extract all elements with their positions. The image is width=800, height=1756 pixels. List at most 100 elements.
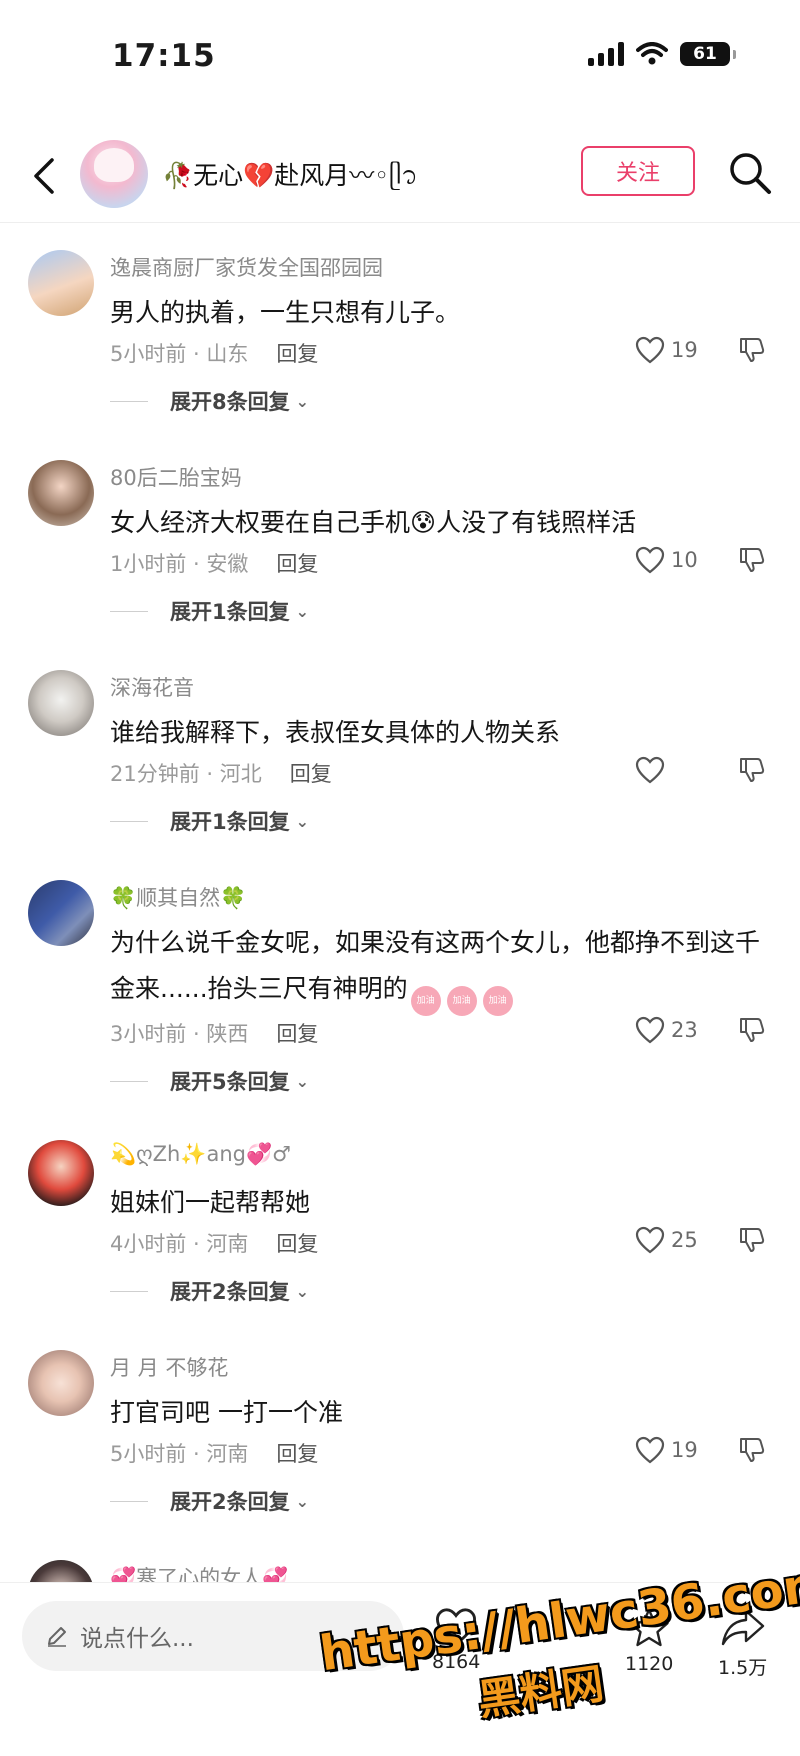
like-button[interactable]: 25 bbox=[635, 1226, 698, 1254]
divider bbox=[110, 1080, 148, 1082]
dislike-icon[interactable] bbox=[738, 1016, 766, 1044]
expand-replies-label: 展开1条回复 bbox=[170, 810, 290, 834]
heart-icon bbox=[635, 1016, 665, 1044]
chevron-down-icon: ⌄ bbox=[295, 1281, 310, 1301]
dislike-icon[interactable] bbox=[738, 1436, 766, 1464]
comment-meta: 1小时前 · 安徽 回复 bbox=[110, 548, 318, 578]
like-button[interactable]: 19 bbox=[635, 1436, 698, 1464]
dislike-icon[interactable] bbox=[738, 1226, 766, 1254]
comment-author[interactable]: 深海花音 bbox=[110, 672, 194, 702]
expand-replies-label: 展开2条回复 bbox=[170, 1490, 290, 1514]
follow-button[interactable]: 关注 bbox=[581, 146, 695, 196]
header: 🥀无心💔赴风月〰◦ᥫ᭡ 关注 bbox=[0, 132, 800, 223]
reply-button[interactable]: 回复 bbox=[290, 762, 332, 786]
avatar[interactable] bbox=[28, 250, 94, 316]
reply-button[interactable]: 回复 bbox=[276, 342, 318, 366]
like-button[interactable]: 23 bbox=[635, 1016, 698, 1044]
heart-icon bbox=[635, 336, 665, 364]
chevron-down-icon: ⌄ bbox=[295, 1071, 310, 1091]
avatar[interactable] bbox=[28, 1350, 94, 1416]
divider bbox=[110, 400, 148, 402]
expand-replies-button[interactable]: 展开2条回复 ⌄ bbox=[110, 1486, 309, 1516]
comment-meta: 5小时前 · 山东 回复 bbox=[110, 338, 318, 368]
divider bbox=[110, 1290, 148, 1292]
comment-author[interactable]: 💫ღZh✨ang💞♂ bbox=[110, 1142, 291, 1167]
cheer-sticker: 加油 bbox=[446, 986, 477, 1016]
avatar[interactable] bbox=[80, 140, 148, 208]
share-icon bbox=[721, 1609, 764, 1646]
expand-replies-button[interactable]: 展开2条回复 ⌄ bbox=[110, 1276, 309, 1306]
like-count: 19 bbox=[671, 1438, 698, 1462]
share-count: 1.5万 bbox=[718, 1657, 768, 1679]
favorite-button[interactable]: 1120 bbox=[625, 1607, 673, 1675]
expand-replies-button[interactable]: 展开8条回复 ⌄ bbox=[110, 386, 309, 416]
comment-text: 打官司吧 一打一个准 bbox=[110, 1398, 343, 1427]
avatar[interactable] bbox=[28, 460, 94, 526]
expand-replies-label: 展开2条回复 bbox=[170, 1280, 290, 1304]
comment-time-location: 21分钟前 · 河北 bbox=[110, 762, 262, 786]
search-icon[interactable] bbox=[727, 150, 773, 196]
heart-icon bbox=[635, 546, 665, 574]
like-video-button[interactable]: 8164 bbox=[432, 1607, 480, 1673]
comment-meta: 21分钟前 · 河北 回复 bbox=[110, 758, 332, 788]
expand-replies-button[interactable]: 展开5条回复 ⌄ bbox=[110, 1066, 309, 1096]
comment-time-location: 5小时前 · 河南 bbox=[110, 1442, 249, 1466]
comment-author[interactable]: 逸晨商厨厂家货发全国邵园园 bbox=[110, 252, 383, 282]
comment-text: 谁给我解释下，表叔侄女具体的人物关系 bbox=[110, 718, 561, 747]
status-time: 17:15 bbox=[112, 38, 216, 74]
back-button[interactable] bbox=[24, 152, 64, 200]
avatar[interactable] bbox=[28, 670, 94, 736]
like-count: 25 bbox=[671, 1228, 698, 1252]
wifi-icon bbox=[636, 42, 668, 65]
comment-meta: 3小时前 · 陕西 回复 bbox=[110, 1018, 318, 1048]
username[interactable]: 🥀无心💔赴风月〰◦ᥫ᭡ bbox=[162, 156, 418, 203]
comment-meta: 5小时前 · 河南 回复 bbox=[110, 1438, 318, 1468]
comment-input-placeholder: 说点什么... bbox=[80, 1626, 194, 1652]
dislike-icon[interactable] bbox=[738, 336, 766, 364]
reply-button[interactable]: 回复 bbox=[276, 552, 318, 576]
avatar[interactable] bbox=[28, 880, 94, 946]
avatar[interactable] bbox=[28, 1140, 94, 1206]
dislike-icon[interactable] bbox=[738, 756, 766, 784]
comment-text: 男人的执着，一生只想有儿子。 bbox=[110, 298, 461, 327]
comment-author[interactable]: 🍀顺其自然🍀 bbox=[110, 882, 246, 912]
divider bbox=[110, 820, 148, 822]
like-count: 10 bbox=[671, 548, 698, 572]
signal-icon bbox=[588, 42, 624, 66]
like-video-count: 8164 bbox=[432, 1651, 481, 1673]
reply-button[interactable]: 回复 bbox=[276, 1232, 318, 1256]
expand-replies-label: 展开8条回复 bbox=[170, 390, 290, 414]
like-button[interactable] bbox=[635, 756, 671, 784]
divider bbox=[110, 1500, 148, 1502]
cheer-sticker: 加油 bbox=[482, 986, 513, 1016]
like-button[interactable]: 19 bbox=[635, 336, 698, 364]
heart-icon bbox=[635, 756, 665, 784]
comment-time-location: 4小时前 · 河南 bbox=[110, 1232, 249, 1256]
dislike-icon[interactable] bbox=[738, 546, 766, 574]
heart-icon bbox=[436, 1608, 477, 1646]
comment-input[interactable]: 说点什么... bbox=[22, 1601, 404, 1671]
status-icons: 61 bbox=[588, 42, 736, 66]
comment-text: 为什么说千金女呢，如果没有这两个女儿，他都挣不到这千金来......抬头三尺有神… bbox=[110, 920, 760, 1016]
comment-author[interactable]: 月 月 不够花 bbox=[110, 1352, 228, 1382]
reply-button[interactable]: 回复 bbox=[276, 1022, 318, 1046]
favorite-count: 1120 bbox=[625, 1653, 674, 1675]
chevron-down-icon: ⌄ bbox=[295, 601, 310, 621]
cheer-sticker: 加油 bbox=[410, 986, 441, 1016]
star-icon bbox=[629, 1608, 669, 1647]
expand-replies-label: 展开5条回复 bbox=[170, 1070, 290, 1094]
like-count: 19 bbox=[671, 338, 698, 362]
like-button[interactable]: 10 bbox=[635, 546, 698, 574]
share-button[interactable]: 1.5万 bbox=[718, 1607, 767, 1680]
comment-text: 女人经济大权要在自己手机😰人没了有钱照样活 bbox=[110, 508, 637, 537]
reply-button[interactable]: 回复 bbox=[276, 1442, 318, 1466]
expand-replies-button[interactable]: 展开1条回复 ⌄ bbox=[110, 806, 309, 836]
comment-author[interactable]: 80后二胎宝妈 bbox=[110, 462, 242, 492]
expand-replies-button[interactable]: 展开1条回复 ⌄ bbox=[110, 596, 309, 626]
pencil-icon bbox=[48, 1627, 66, 1647]
comment-meta: 4小时前 · 河南 回复 bbox=[110, 1228, 318, 1258]
divider bbox=[110, 610, 148, 612]
chevron-down-icon: ⌄ bbox=[295, 811, 310, 831]
expand-replies-label: 展开1条回复 bbox=[170, 600, 290, 624]
comment-time-location: 5小时前 · 山东 bbox=[110, 342, 249, 366]
